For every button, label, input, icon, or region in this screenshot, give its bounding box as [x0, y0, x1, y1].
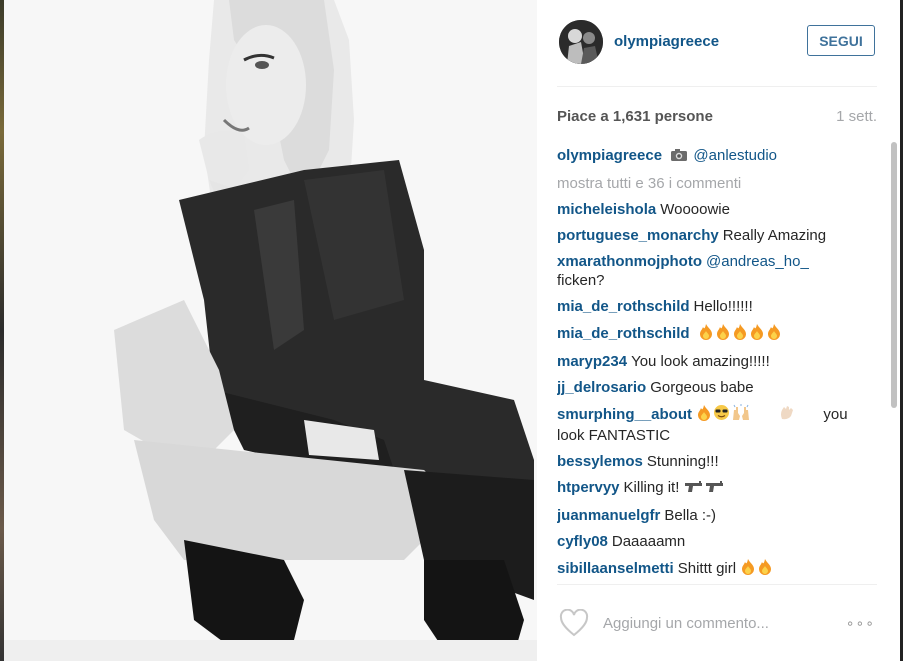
comment-text: Stunning!!! [646, 453, 719, 470]
comment-text: Really Amazing [722, 227, 827, 244]
comment-username[interactable]: xmarathonmojphoto [557, 253, 702, 270]
comment-item: sibillaanselmetti Shittt girl [557, 558, 877, 580]
avatar[interactable] [559, 20, 603, 64]
comment-text: Shittt girl [677, 560, 737, 577]
comment-mention[interactable]: @andreas_ho_ [706, 253, 809, 270]
comment-text: You look amazing!!!!! [631, 353, 770, 370]
post-username[interactable]: olympiagreece [614, 33, 719, 50]
comment-item: htpervyy Killing it! [557, 478, 877, 499]
likes-count[interactable]: Piace a 1,631 persone [557, 108, 713, 125]
comment-username[interactable]: smurphing__about [557, 406, 692, 423]
comment-username[interactable]: bessylemos [557, 453, 643, 470]
comment-text: Gorgeous babe [650, 379, 754, 396]
caption-mention[interactable]: @anlestudio [693, 147, 777, 164]
fire-icon [740, 558, 756, 580]
post-sidebar: olympiagreece SEGUI Piace a 1,631 person… [537, 0, 900, 661]
comment-item: maryp234 You look amazing!!!!! [557, 352, 877, 371]
fire-icon [698, 323, 714, 345]
fire-icon [749, 323, 765, 345]
comment-username[interactable]: sibillaanselmetti [557, 560, 674, 577]
comment-item: smurphing__about you look FANTASTIC [557, 404, 877, 445]
comment-username[interactable]: juanmanuelgfr [557, 507, 660, 524]
comment-text: ficken? [557, 272, 605, 289]
sunglasses-face-icon [713, 404, 730, 426]
fire-emoji-group [698, 323, 783, 345]
fire-icon [757, 558, 773, 580]
comment-text: Woooowie [660, 201, 730, 218]
comment-item: cyfly08 Daaaaamn [557, 532, 877, 551]
comment-username[interactable]: portuguese_monarchy [557, 227, 719, 244]
post-footer: Aggiungi un commento... ∘∘∘ [557, 584, 877, 661]
pistol-icon [684, 480, 704, 499]
post-photo[interactable] [4, 0, 537, 661]
post-modal: olympiagreece SEGUI Piace a 1,631 person… [4, 0, 900, 661]
fire-icon [766, 323, 782, 345]
pistol-icon [705, 480, 725, 499]
comment-item: xmarathonmojphoto @andreas_ho_ ficken? [557, 252, 877, 290]
comment-username[interactable]: mia_de_rothschild [557, 325, 690, 342]
more-options-button[interactable]: ∘∘∘ [846, 615, 875, 632]
comment-username[interactable]: cyfly08 [557, 533, 608, 550]
comment-username[interactable]: mia_de_rothschild [557, 298, 690, 315]
add-comment-input[interactable]: Aggiungi un commento... [603, 615, 769, 632]
fire-icon [696, 404, 712, 426]
comments-list: olympiagreece @anlestudio mostra tutti e… [557, 146, 877, 580]
post-time[interactable]: 1 sett. [836, 108, 877, 125]
comment-item: juanmanuelgfr Bella :-) [557, 506, 877, 525]
comment-text: Daaaaamn [611, 533, 686, 550]
comment-text: Bella :-) [664, 507, 717, 524]
comments-scrollbar[interactable] [891, 142, 897, 586]
comment-item: jj_delrosario Gorgeous babe [557, 378, 877, 397]
caption-username[interactable]: olympiagreece [557, 147, 662, 164]
post-header: olympiagreece SEGUI [557, 0, 877, 87]
comment-username[interactable]: micheleishola [557, 201, 656, 218]
likes-row: Piace a 1,631 persone 1 sett. [557, 106, 877, 128]
comment-username[interactable]: jj_delrosario [557, 379, 646, 396]
comment-item: mia_de_rothschild Hello!!!!!! [557, 297, 877, 316]
camera-icon [670, 148, 688, 167]
follow-button[interactable]: SEGUI [807, 25, 875, 56]
like-heart-icon[interactable] [559, 608, 589, 637]
comment-item: micheleishola Woooowie [557, 200, 877, 219]
comment-text: Hello!!!!!! [693, 298, 753, 315]
comment-username[interactable]: htpervyy [557, 479, 620, 496]
comment-username[interactable]: maryp234 [557, 353, 627, 370]
waving-hand-icon [778, 404, 796, 426]
comment-item: portuguese_monarchy Really Amazing [557, 226, 877, 245]
raised-hands-icon [731, 404, 751, 426]
show-all-comments-link[interactable]: mostra tutti e 36 i commenti [557, 174, 877, 193]
fire-icon [732, 323, 748, 345]
comment-item: bessylemos Stunning!!! [557, 452, 877, 471]
scrollbar-thumb[interactable] [891, 142, 897, 408]
caption: olympiagreece @anlestudio [557, 146, 877, 167]
fire-icon [715, 323, 731, 345]
comment-item: mia_de_rothschild [557, 323, 877, 345]
comment-text: Killing it! [623, 479, 680, 496]
